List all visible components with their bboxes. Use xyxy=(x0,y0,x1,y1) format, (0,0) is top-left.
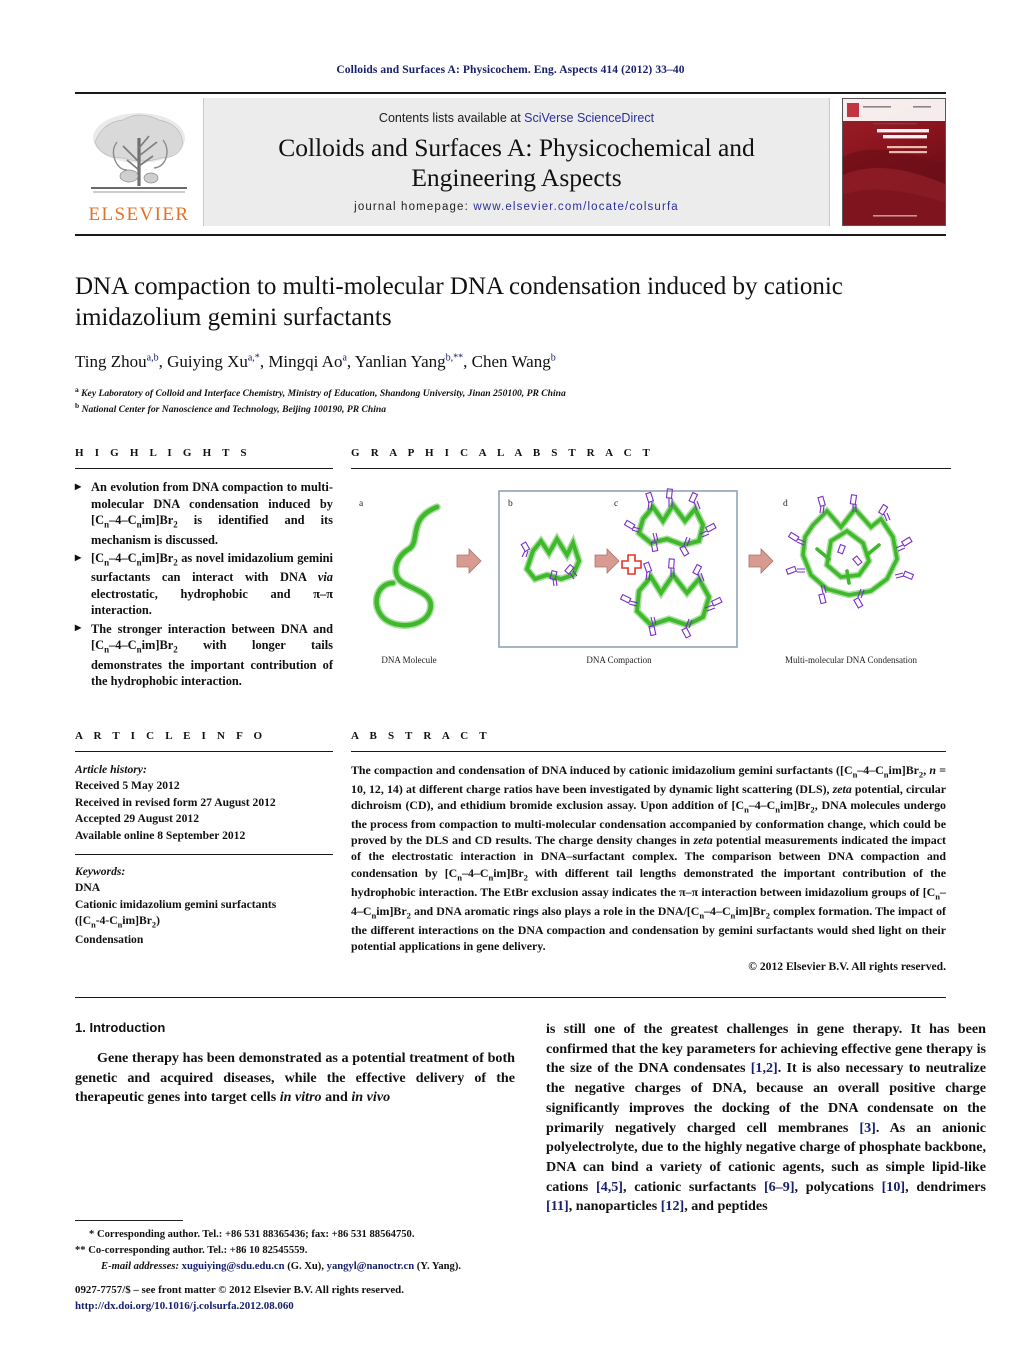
footnote-rule xyxy=(75,1219,183,1221)
journal-title-line1: Colloids and Surfaces A: Physicochemical… xyxy=(278,133,755,163)
history-online: Available online 8 September 2012 xyxy=(75,828,246,842)
contents-prefix: Contents lists available at xyxy=(378,111,525,126)
abstract-text: The compaction and condensation of DNA i… xyxy=(351,762,947,953)
ga-svg xyxy=(372,488,915,649)
article-history-label: Article history: xyxy=(75,762,147,776)
abstract-column: A B S T R A C T The compaction and conde… xyxy=(351,730,946,973)
affiliation-b: b National Center for Nanoscience and Te… xyxy=(75,401,946,417)
abstract-copyright: © 2012 Elsevier B.V. All rights reserved… xyxy=(748,959,946,973)
affiliation-a: a Key Laboratory of Colloid and Interfac… xyxy=(75,385,946,401)
affiliation-text-a: Key Laboratory of Colloid and Interface … xyxy=(81,388,566,400)
history-received: Received 5 May 2012 xyxy=(75,779,180,793)
keywords-rule xyxy=(75,854,333,856)
masthead-top-rule xyxy=(75,92,946,94)
column-gap xyxy=(333,730,351,973)
highlights-graphical-row: H I G H L I G H T S An evolution from DN… xyxy=(75,447,951,691)
intro-paragraph-right: is still one of the greatest challenges … xyxy=(546,1020,986,1215)
list-item: [Cn–4–Cnim]Br2 as novel imidazolium gemi… xyxy=(75,550,333,619)
body-column-right: is still one of the greatest challenges … xyxy=(546,1020,986,1217)
affiliation-marker-b: b xyxy=(75,401,80,411)
email-addresses-label: E-mail addresses: xyxy=(101,1260,179,1272)
sciencedirect-link[interactable]: SciVerse ScienceDirect xyxy=(524,111,654,125)
body-columns: 1. Introduction Gene therapy has been de… xyxy=(75,1020,986,1217)
page-footer: 0927-7757/$ – see front matter © 2012 El… xyxy=(75,1283,595,1315)
running-head: Colloids and Surfaces A: Physicochem. En… xyxy=(336,64,685,76)
contents-available-line: Contents lists available at SciVerse Sci… xyxy=(379,111,654,125)
ga-panel-letter-b: b xyxy=(508,499,513,510)
ga-panel-letter-d: d xyxy=(783,499,788,510)
elsevier-wordmark: ELSEVIER xyxy=(88,204,190,225)
article-page: Colloids and Surfaces A: Physicochem. En… xyxy=(0,0,1021,1351)
ga-panel-letter-a: a xyxy=(359,499,364,510)
highlights-heading: H I G H L I G H T S xyxy=(75,447,251,460)
elsevier-tree-icon xyxy=(83,108,195,204)
journal-homepage-line: journal homepage: www.elsevier.com/locat… xyxy=(354,201,679,213)
history-accepted: Accepted 29 August 2012 xyxy=(75,812,199,826)
keyword-item: ([Cn-4-Cnim]Br2) xyxy=(75,914,160,930)
article-info-column: A R T I C L E I N F O Article history: R… xyxy=(75,730,333,973)
footnote-co-corresponding-author: ** Co-corresponding author. Tel.: +86 10… xyxy=(75,1244,308,1256)
ga-caption-multi-molecular: Multi-molecular DNA Condensation xyxy=(785,655,917,666)
section-heading-introduction: 1. Introduction xyxy=(75,1019,166,1035)
keyword-item: Cationic imidazolium gemini surfactants xyxy=(75,897,277,911)
keyword-item: Condensation xyxy=(75,932,144,946)
journal-masthead: ELSEVIER Contents lists available at Sci… xyxy=(75,98,946,226)
highlights-list: An evolution from DNA compaction to mult… xyxy=(75,479,333,689)
footnote-block: * Corresponding author. Tel.: +86 531 88… xyxy=(75,1219,515,1275)
homepage-link[interactable]: www.elsevier.com/locate/colsurfa xyxy=(473,201,679,213)
body-column-left: 1. Introduction Gene therapy has been de… xyxy=(75,1020,515,1217)
journal-cover-thumbnail xyxy=(842,98,946,226)
body-separator-rule xyxy=(75,996,946,998)
footnote-corresponding-author: * Corresponding author. Tel.: +86 531 88… xyxy=(89,1228,415,1240)
body-column-gap xyxy=(515,1020,546,1217)
email-owner-xu: (G. Xu), xyxy=(287,1260,324,1272)
article-info-rule xyxy=(75,750,333,752)
highlights-rule xyxy=(75,468,333,470)
list-item: The stronger interaction between DNA and… xyxy=(75,620,333,690)
email-link-xu[interactable]: xuguiying@sdu.edu.cn xyxy=(182,1261,285,1272)
history-revised: Received in revised form 27 August 2012 xyxy=(75,795,276,809)
page-title: DNA compaction to multi-molecular DNA co… xyxy=(75,273,843,331)
intro-paragraph-left: Gene therapy has been demonstrated as a … xyxy=(75,1049,515,1106)
masthead-center: Contents lists available at SciVerse Sci… xyxy=(203,98,830,226)
doi-link[interactable]: http://dx.doi.org/10.1016/j.colsurfa.201… xyxy=(75,1299,595,1315)
abstract-heading: A B S T R A C T xyxy=(351,729,491,742)
author-list: Ting Zhoua,b, Guiying Xua,*, Mingqi Aoa,… xyxy=(75,352,556,371)
affiliation-marker-a: a xyxy=(75,385,79,395)
journal-title-line2: Engineering Aspects xyxy=(411,163,622,192)
ga-caption-dna-compaction: DNA Compaction xyxy=(586,655,652,666)
article-history-block: Article history: Received 5 May 2012 Rec… xyxy=(75,762,333,844)
keyword-item: DNA xyxy=(75,881,101,895)
keywords-block: Keywords: DNA Cationic imidazolium gemin… xyxy=(75,864,333,948)
list-item: An evolution from DNA compaction to mult… xyxy=(75,479,333,548)
email-owner-yang: (Y. Yang). xyxy=(416,1260,462,1272)
affiliation-text-b: National Center for Nanoscience and Tech… xyxy=(81,404,387,416)
homepage-label: journal homepage: xyxy=(354,200,469,213)
elsevier-logo: ELSEVIER xyxy=(75,98,203,226)
graphical-abstract-heading: G R A P H I C A L A B S T R A C T xyxy=(351,447,655,460)
article-info-heading: A R T I C L E I N F O xyxy=(75,729,267,742)
keywords-label: Keywords: xyxy=(75,865,126,879)
graphical-abstract-rule xyxy=(351,468,951,470)
ga-panel-letter-c: c xyxy=(614,499,619,510)
column-gap xyxy=(333,447,351,691)
title-block: DNA compaction to multi-molecular DNA co… xyxy=(75,236,946,417)
highlights-column: H I G H L I G H T S An evolution from DN… xyxy=(75,447,333,691)
footnote-email-addresses: E-mail addresses: xuguiying@sdu.edu.cn (… xyxy=(75,1259,515,1275)
email-link-yang[interactable]: yangyl@nanoctr.cn xyxy=(327,1261,414,1272)
plus-symbol xyxy=(621,554,642,576)
articleinfo-abstract-row: A R T I C L E I N F O Article history: R… xyxy=(75,730,946,973)
abstract-rule xyxy=(351,750,946,752)
ga-caption-dna-molecule: DNA Molecule xyxy=(381,655,437,666)
journal-title: Colloids and Surfaces A: Physicochemical… xyxy=(278,133,755,192)
graphical-abstract-column: G R A P H I C A L A B S T R A C T a b c … xyxy=(351,447,951,691)
issn-frontmatter-line: 0927-7757/$ – see front matter © 2012 El… xyxy=(75,1284,404,1297)
graphical-abstract-figure: a b c d DNA Molecule DNA Compaction Mult… xyxy=(351,479,951,675)
